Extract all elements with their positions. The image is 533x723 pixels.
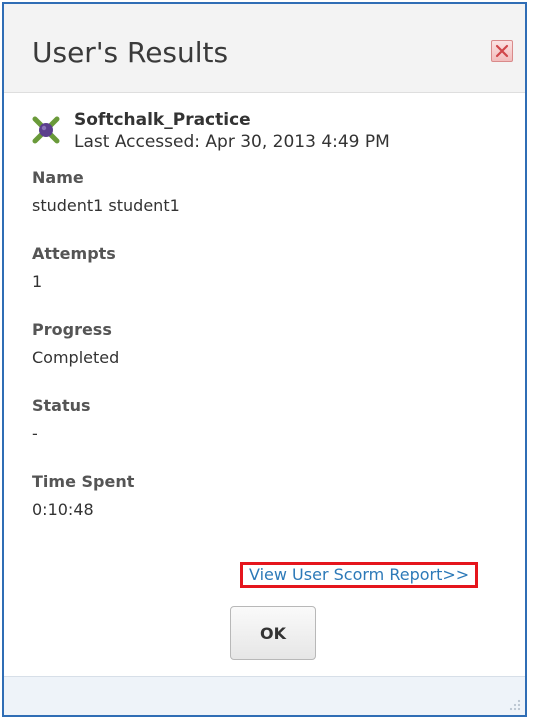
field-label: Name [32, 168, 84, 187]
field-time-spent: Time Spent 0:10:48 [32, 472, 515, 520]
scorm-package-icon [32, 116, 60, 144]
dialog-title: User's Results [32, 36, 229, 69]
field-attempts: Attempts 1 [32, 244, 515, 292]
field-value: - [32, 424, 38, 443]
field-label: Status [32, 396, 91, 415]
dialog-footer [4, 676, 525, 715]
resize-grip-icon[interactable] [509, 699, 521, 711]
ok-button[interactable]: OK [230, 606, 316, 660]
field-status: Status - [32, 396, 515, 444]
field-value: 1 [32, 272, 43, 291]
field-label: Time Spent [32, 472, 135, 491]
field-progress: Progress Completed [32, 320, 515, 368]
close-button[interactable] [491, 40, 513, 62]
dialog-content: Softchalk_Practice Last Accessed: Apr 30… [32, 110, 515, 520]
dialog-titlebar: User's Results [4, 4, 525, 93]
close-icon [495, 44, 509, 58]
field-value: 0:10:48 [32, 500, 94, 519]
user-results-dialog: User's Results Softchalk_Practice Last A… [2, 2, 527, 717]
item-header: Softchalk_Practice Last Accessed: Apr 30… [32, 110, 515, 152]
view-user-scorm-report-link[interactable]: View User Scorm Report>> [240, 562, 479, 588]
field-value: student1 student1 [32, 196, 180, 215]
field-value: Completed [32, 348, 120, 367]
field-label: Attempts [32, 244, 116, 263]
field-label: Progress [32, 320, 112, 339]
item-last-accessed: Last Accessed: Apr 30, 2013 4:49 PM [74, 132, 390, 152]
item-name: Softchalk_Practice [74, 110, 251, 130]
field-name: Name student1 student1 [32, 168, 515, 216]
